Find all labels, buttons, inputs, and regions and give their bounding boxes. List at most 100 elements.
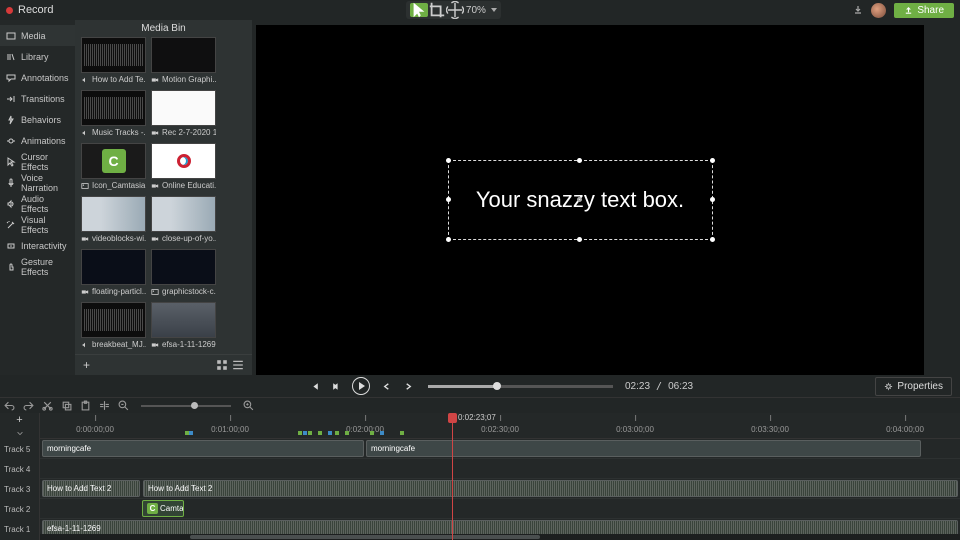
- track-menu-icon[interactable]: [14, 428, 25, 439]
- media-item[interactable]: close-up-of-yo...: [151, 196, 216, 243]
- track-row[interactable]: [40, 459, 960, 479]
- timeline-zoom-slider[interactable]: [141, 405, 231, 407]
- split-button[interactable]: [99, 400, 110, 411]
- sidebar-item-animations[interactable]: Animations: [0, 130, 75, 151]
- pan-tool[interactable]: [446, 3, 464, 17]
- sidebar-item-audio-effects[interactable]: Audio Effects: [0, 193, 75, 214]
- sidebar-item-media[interactable]: Media: [0, 25, 75, 46]
- sidebar-item-library[interactable]: Library: [0, 46, 75, 67]
- media-item[interactable]: Rec 2-7-2020 1: [151, 90, 216, 137]
- media-item[interactable]: Music Tracks -...: [81, 90, 146, 137]
- media-item[interactable]: breakbeat_MJ...: [81, 302, 146, 349]
- sidebar-item-annotations[interactable]: Annotations: [0, 67, 75, 88]
- crop-tool[interactable]: [428, 3, 446, 17]
- sidebar-item-label: Library: [21, 52, 49, 62]
- sidebar-item-visual-effects[interactable]: Visual Effects: [0, 214, 75, 235]
- media-item[interactable]: graphicstock-c...: [151, 249, 216, 296]
- media-item[interactable]: floating-particl...: [81, 249, 146, 296]
- sidebar-item-transitions[interactable]: Transitions: [0, 88, 75, 109]
- behaviors-icon: [6, 115, 16, 125]
- play-button[interactable]: [350, 375, 372, 397]
- media-caption: Online Educati...: [151, 181, 216, 190]
- download-icon[interactable]: [853, 5, 863, 15]
- timeline-clip[interactable]: morningcafe: [42, 440, 364, 457]
- media-item[interactable]: videoblocks-wi...: [81, 196, 146, 243]
- redo-button[interactable]: [23, 400, 34, 411]
- timeline-clip[interactable]: How to Add Text 2: [42, 480, 140, 497]
- add-track-button[interactable]: +: [16, 414, 22, 426]
- selection-box[interactable]: Your snazzy text box.: [448, 160, 713, 240]
- record-button[interactable]: Record: [18, 4, 53, 16]
- video-icon: [151, 235, 159, 243]
- pointer-tool[interactable]: [410, 3, 428, 17]
- sidebar-item-behaviors[interactable]: Behaviors: [0, 109, 75, 130]
- zoom-in-button[interactable]: [243, 400, 254, 411]
- sidebar-item-gesture-effects[interactable]: Gesture Effects: [0, 256, 75, 277]
- timeline-clip[interactable]: CCamtasia: [142, 500, 184, 517]
- copy-button[interactable]: [61, 400, 72, 411]
- step-back-button[interactable]: [328, 378, 344, 394]
- undo-button[interactable]: [4, 400, 15, 411]
- media-item[interactable]: efsa-1-11-1269: [151, 302, 216, 349]
- resize-handle[interactable]: [446, 237, 451, 242]
- sidebar-item-cursor-effects[interactable]: Cursor Effects: [0, 151, 75, 172]
- list-view-icon[interactable]: [232, 360, 244, 370]
- media-caption: floating-particl...: [81, 287, 146, 296]
- resize-handle[interactable]: [710, 158, 715, 163]
- media-caption: Motion Graphi...: [151, 75, 216, 84]
- prev-frame-button[interactable]: [306, 378, 322, 394]
- media-thumb: [151, 37, 216, 73]
- media-item[interactable]: How to Add Te...: [81, 37, 146, 84]
- playhead[interactable]: [452, 413, 453, 540]
- share-button[interactable]: Share: [894, 3, 954, 18]
- media-item[interactable]: CIcon_Camtasia...: [81, 143, 146, 190]
- scrollbar-thumb[interactable]: [190, 535, 540, 539]
- track-row[interactable]: CCamtasia: [40, 499, 960, 519]
- properties-button[interactable]: Properties: [875, 377, 952, 396]
- resize-handle[interactable]: [710, 237, 715, 242]
- resize-handle[interactable]: [710, 197, 715, 202]
- slider-handle[interactable]: [191, 402, 198, 409]
- track-header[interactable]: Track 1: [0, 519, 39, 539]
- track-header[interactable]: Track 5: [0, 439, 39, 459]
- step-forward-button[interactable]: [378, 378, 394, 394]
- grid-view-icon[interactable]: [216, 360, 228, 370]
- zoom-out-button[interactable]: [118, 400, 129, 411]
- timeline-clip[interactable]: How to Add Text 2: [143, 480, 958, 497]
- media-caption: graphicstock-c...: [151, 287, 216, 296]
- sidebar-item-label: Animations: [21, 136, 66, 146]
- track-header[interactable]: Track 4: [0, 459, 39, 479]
- zoom-value[interactable]: 70%: [464, 5, 488, 16]
- library-icon: [6, 52, 16, 62]
- track-row[interactable]: morningcafe morningcafe: [40, 439, 960, 459]
- cut-button[interactable]: [42, 400, 53, 411]
- next-frame-button[interactable]: [400, 378, 416, 394]
- resize-handle[interactable]: [446, 197, 451, 202]
- timeline-scrollbar[interactable]: [40, 534, 960, 540]
- sidebar-item-interactivity[interactable]: Interactivity: [0, 235, 75, 256]
- timeline-ruler[interactable]: 0:00:00;00 0:01:00;00 0:02:00;00 0:02:30…: [40, 413, 960, 439]
- avatar[interactable]: [871, 3, 886, 18]
- sidebar-item-voice-narration[interactable]: Voice Narration: [0, 172, 75, 193]
- track-row[interactable]: How to Add Text 2 How to Add Text 2: [40, 479, 960, 499]
- media-item[interactable]: Motion Graphi...: [151, 37, 216, 84]
- timeline: + Track 5 Track 4 Track 3 Track 2 Track …: [0, 413, 960, 540]
- rotate-handle[interactable]: [577, 197, 582, 202]
- add-media-button[interactable]: +: [83, 358, 90, 372]
- media-caption: close-up-of-yo...: [151, 234, 216, 243]
- resize-handle[interactable]: [577, 237, 582, 242]
- paste-button[interactable]: [80, 400, 91, 411]
- wand-icon: [6, 220, 16, 230]
- resize-handle[interactable]: [577, 158, 582, 163]
- scrub-handle[interactable]: [493, 382, 501, 390]
- track-header[interactable]: Track 2: [0, 499, 39, 519]
- chevron-down-icon[interactable]: [491, 8, 497, 12]
- media-item[interactable]: Online Educati...: [151, 143, 216, 190]
- track-header[interactable]: Track 3: [0, 479, 39, 499]
- stage[interactable]: Your snazzy text box.: [256, 25, 924, 375]
- timeline-clip[interactable]: morningcafe: [366, 440, 921, 457]
- scrub-bar[interactable]: [428, 385, 613, 388]
- canvas[interactable]: Your snazzy text box.: [252, 20, 927, 375]
- resize-handle[interactable]: [446, 158, 451, 163]
- timeline-body[interactable]: 0:00:00;00 0:01:00;00 0:02:00;00 0:02:30…: [40, 413, 960, 540]
